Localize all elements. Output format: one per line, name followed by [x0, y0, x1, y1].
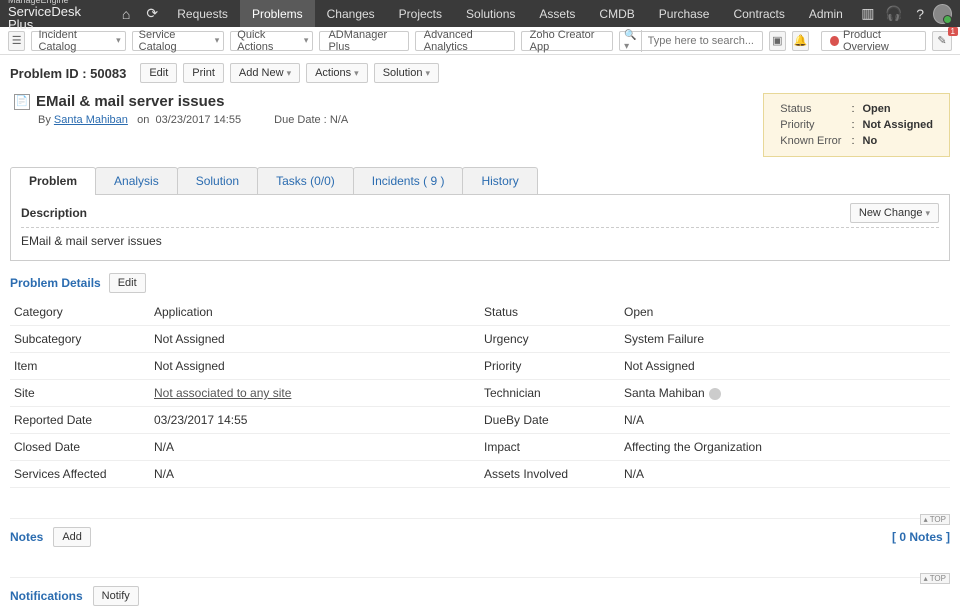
notes-top-link[interactable]: TOP	[920, 514, 950, 525]
new-change-button[interactable]: New Change	[850, 203, 939, 223]
solution-button[interactable]: Solution	[374, 63, 439, 83]
search-scope-icon[interactable]: 🔍 ▾	[620, 30, 641, 52]
description-body: EMail & mail server issues	[21, 234, 939, 252]
announcement-icon[interactable]: ✎ 1	[932, 31, 952, 51]
nav-contracts[interactable]: Contracts	[721, 0, 796, 27]
notifications-section: TOP Notifications Notify	[10, 577, 950, 606]
problem-title: 📄 EMail & mail server issues	[14, 93, 753, 110]
description-panel: Description New Change EMail & mail serv…	[10, 195, 950, 261]
quick-actions-select[interactable]: Quick Actions	[230, 31, 313, 51]
notes-section: TOP Notes Add [ 0 Notes ]	[10, 518, 950, 547]
detail-priority: Not Assigned	[620, 353, 950, 380]
nav-changes[interactable]: Changes	[315, 0, 387, 27]
detail-item: Not Assigned	[150, 353, 480, 380]
notifications-top-link[interactable]: TOP	[920, 573, 950, 584]
toolbar: ☰ Incident Catalog Service Catalog Quick…	[0, 27, 960, 55]
detail-services: N/A	[150, 461, 480, 488]
record-icon	[830, 36, 839, 46]
nav-problems[interactable]: Problems	[240, 0, 315, 27]
author-link[interactable]: Santa Mahiban	[54, 114, 128, 126]
edit-button[interactable]: Edit	[140, 63, 177, 83]
detail-site-link[interactable]: Not associated to any site	[154, 386, 291, 400]
status-value: Open	[859, 102, 938, 116]
nav-admin[interactable]: Admin	[797, 0, 855, 27]
product-overview-button[interactable]: Product Overview	[821, 31, 926, 51]
description-label: Description	[21, 206, 87, 220]
brand-logo: ManageEngine ServiceDesk Plus	[8, 0, 103, 31]
user-icon	[709, 388, 721, 400]
action-row: Problem ID : 50083 Edit Print Add New Ac…	[10, 63, 950, 83]
status-box: Status:Open Priority:Not Assigned Known …	[763, 93, 950, 157]
actions-button[interactable]: Actions	[306, 63, 368, 83]
top-navbar: ManageEngine ServiceDesk Plus ⌂ ⟳ Reques…	[0, 0, 960, 27]
known-error-value: No	[859, 134, 938, 148]
zoho-button[interactable]: Zoho Creator App	[521, 31, 614, 51]
search-container: 🔍 ▾	[619, 31, 762, 51]
refresh-icon[interactable]: ⟳	[139, 5, 165, 22]
detail-subcategory: Not Assigned	[150, 326, 480, 353]
byline: By Santa Mahiban on 03/23/2017 14:55 Due…	[14, 114, 753, 126]
tabs: Problem Analysis Solution Tasks (0/0) In…	[10, 167, 950, 195]
admanager-button[interactable]: ADManager Plus	[319, 31, 408, 51]
priority-value: Not Assigned	[859, 118, 938, 132]
scan-icon[interactable]: ▣	[769, 31, 786, 51]
created-date: 03/23/2017 14:55	[155, 114, 241, 126]
detail-technician: Santa Mahiban	[620, 380, 950, 407]
header-row: 📄 EMail & mail server issues By Santa Ma…	[10, 93, 950, 157]
brand-bottom: ServiceDesk Plus	[8, 5, 103, 31]
announcement-badge: 1	[948, 27, 958, 36]
add-new-button[interactable]: Add New	[230, 63, 300, 83]
details-grid: Category Application Status Open Subcate…	[10, 299, 950, 488]
detail-dueby: N/A	[620, 407, 950, 434]
incident-catalog-select[interactable]: Incident Catalog	[31, 31, 125, 51]
analytics-button[interactable]: Advanced Analytics	[415, 31, 515, 51]
due-date: N/A	[330, 114, 348, 126]
detail-urgency: System Failure	[620, 326, 950, 353]
detail-status: Open	[620, 299, 950, 326]
support-icon[interactable]: 🎧	[881, 5, 907, 22]
tab-tasks[interactable]: Tasks (0/0)	[257, 167, 354, 194]
tab-solution[interactable]: Solution	[177, 167, 258, 194]
tab-problem[interactable]: Problem	[10, 167, 96, 194]
notes-count[interactable]: [ 0 Notes ]	[892, 530, 950, 544]
nav-requests[interactable]: Requests	[165, 0, 240, 27]
print-button[interactable]: Print	[183, 63, 224, 83]
notification-bell-icon[interactable]: 🔔	[792, 31, 809, 51]
notify-button[interactable]: Notify	[93, 586, 139, 606]
search-input[interactable]	[642, 35, 762, 47]
reports-icon[interactable]: ▥	[855, 5, 881, 22]
detail-impact: Affecting the Organization	[620, 434, 950, 461]
details-heading-row: Problem Details Edit	[10, 273, 950, 293]
home-icon[interactable]: ⌂	[113, 6, 139, 22]
document-icon: 📄	[14, 94, 30, 110]
main-content: Problem ID : 50083 Edit Print Add New Ac…	[0, 55, 960, 614]
problem-details-heading: Problem Details	[10, 276, 101, 290]
notes-title: Notes	[10, 530, 43, 544]
nav-solutions[interactable]: Solutions	[454, 0, 527, 27]
toggle-sidebar-icon[interactable]: ☰	[8, 31, 25, 51]
tab-incidents[interactable]: Incidents ( 9 )	[353, 167, 464, 194]
nav-cmdb[interactable]: CMDB	[587, 0, 646, 27]
tab-analysis[interactable]: Analysis	[95, 167, 178, 194]
notifications-title: Notifications	[10, 589, 83, 603]
detail-category: Application	[150, 299, 480, 326]
nav-projects[interactable]: Projects	[387, 0, 454, 27]
user-avatar[interactable]	[933, 4, 952, 24]
notes-add-button[interactable]: Add	[53, 527, 91, 547]
help-icon[interactable]: ?	[907, 6, 933, 22]
nav-purchase[interactable]: Purchase	[647, 0, 722, 27]
nav-assets[interactable]: Assets	[527, 0, 587, 27]
service-catalog-select[interactable]: Service Catalog	[132, 31, 225, 51]
problem-id: Problem ID : 50083	[10, 66, 126, 81]
details-edit-button[interactable]: Edit	[109, 273, 146, 293]
tab-history[interactable]: History	[462, 167, 537, 194]
detail-assets: N/A	[620, 461, 950, 488]
detail-reported: 03/23/2017 14:55	[150, 407, 480, 434]
detail-closed: N/A	[150, 434, 480, 461]
